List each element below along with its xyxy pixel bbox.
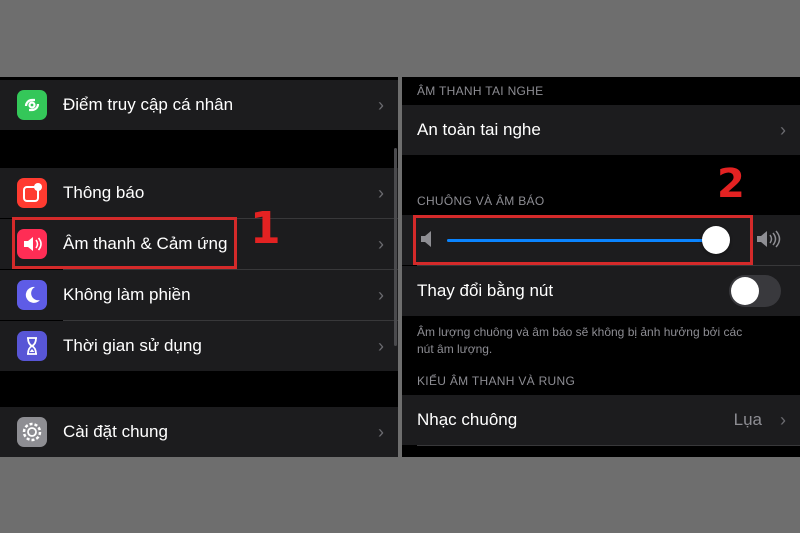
- settings-row-hotspot[interactable]: Điểm truy cập cá nhân ›: [0, 80, 398, 130]
- footer-line: Âm lượng chuông và âm báo sẽ không bị ản…: [417, 325, 743, 339]
- chevron-right-icon: ›: [780, 410, 786, 430]
- change-with-buttons-label: Thay đổi bằng nút: [417, 281, 554, 300]
- change-with-buttons-toggle[interactable]: [729, 275, 781, 307]
- settings-row-label: Điểm truy cập cá nhân: [63, 95, 234, 114]
- hourglass-icon: [17, 331, 47, 361]
- headphone-safety-label: An toàn tai nghe: [417, 120, 541, 139]
- settings-row-screen-time[interactable]: Thời gian sử dụng ›: [0, 321, 398, 371]
- ringtone-row[interactable]: Nhạc chuông Lụa ›: [402, 395, 800, 445]
- chevron-right-icon: ›: [378, 285, 384, 305]
- settings-row-label: Không làm phiền: [63, 285, 191, 304]
- moon-icon: [17, 280, 47, 310]
- change-with-buttons-row: Thay đổi bằng nút: [402, 266, 800, 316]
- sounds-settings-panel: ÂM THANH TAI NGHE An toàn tai nghe › CHU…: [402, 77, 800, 457]
- settings-row-label: Thông báo: [63, 183, 145, 202]
- hotspot-icon: [17, 90, 47, 120]
- chevron-right-icon: ›: [378, 336, 384, 356]
- section-header: KIỂU ÂM THANH VÀ RUNG: [417, 374, 576, 388]
- toggle-knob: [731, 277, 759, 305]
- chevron-right-icon: ›: [378, 95, 384, 115]
- settings-row-label: Cài đặt chung: [63, 422, 168, 441]
- speaker-high-icon: [756, 229, 782, 254]
- section-header: CHUÔNG VÀ ÂM BÁO: [417, 194, 545, 208]
- footer-note: Âm lượng chuông và âm báo sẽ không bị ản…: [417, 324, 742, 358]
- step-number: 1: [250, 203, 281, 254]
- chevron-right-icon: ›: [378, 234, 384, 254]
- scrollbar[interactable]: [394, 148, 397, 346]
- step-number: 2: [717, 161, 745, 207]
- settings-row-general[interactable]: Cài đặt chung ›: [0, 407, 398, 457]
- settings-row-do-not-disturb[interactable]: Không làm phiền ›: [0, 270, 398, 320]
- ringtone-value: Lụa: [733, 410, 762, 429]
- highlight-box: [12, 217, 237, 269]
- chevron-right-icon: ›: [378, 422, 384, 442]
- settings-row-label: Thời gian sử dụng: [63, 336, 202, 355]
- chevron-right-icon: ›: [378, 183, 384, 203]
- row-divider: [417, 445, 800, 446]
- settings-row-notifications[interactable]: Thông báo ›: [0, 168, 398, 218]
- notifications-icon: [17, 178, 47, 208]
- section-header: ÂM THANH TAI NGHE: [417, 84, 544, 98]
- highlight-box: [413, 215, 753, 265]
- gear-icon: [17, 417, 47, 447]
- settings-list-panel: Điểm truy cập cá nhân › Thông báo › Âm t…: [0, 77, 398, 457]
- footer-line: nút âm lượng.: [417, 342, 493, 356]
- headphone-safety-row[interactable]: An toàn tai nghe ›: [402, 105, 800, 155]
- chevron-right-icon: ›: [780, 120, 786, 140]
- ringtone-label: Nhạc chuông: [417, 410, 518, 429]
